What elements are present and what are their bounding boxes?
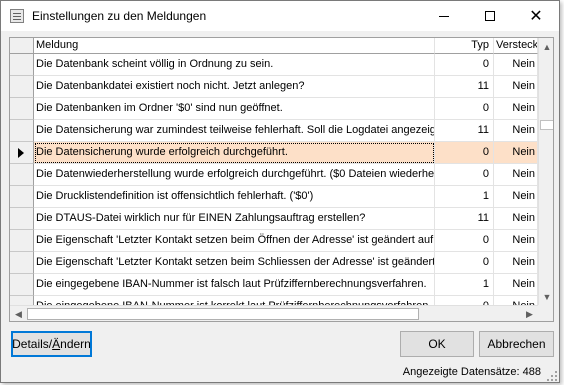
cell-versteckt[interactable]: Nein [494, 142, 538, 164]
cell-typ[interactable]: 11 [435, 120, 494, 142]
ok-button[interactable]: OK [400, 331, 474, 357]
cell-meldung[interactable]: Die eingegebene IBAN-Nummer ist falsch l… [34, 274, 435, 296]
cell-typ[interactable]: 0 [435, 230, 494, 252]
cell-meldung[interactable]: Die Datenbanken im Ordner '$0' sind nun … [34, 98, 435, 120]
row-indicator[interactable] [10, 230, 34, 252]
current-row-arrow-icon [18, 148, 24, 158]
cell-meldung[interactable]: Die Datensicherung wurde erfolgreich dur… [34, 142, 435, 164]
cell-versteckt[interactable]: Nein [494, 208, 538, 230]
table-row[interactable]: Die Datensicherung wurde erfolgreich dur… [10, 142, 538, 164]
column-header-typ[interactable]: Typ [435, 38, 494, 54]
row-indicator-header [10, 38, 34, 54]
scrollbar-corner [538, 305, 553, 321]
cell-versteckt[interactable]: Nein [494, 252, 538, 274]
row-indicator[interactable] [10, 142, 34, 164]
close-icon: ✕ [529, 6, 543, 25]
cell-meldung[interactable]: Die Datenbank scheint völlig in Ordnung … [34, 54, 435, 76]
minimize-icon [439, 15, 449, 17]
cell-typ[interactable]: 0 [435, 98, 494, 120]
table-row[interactable]: Die Datenwiederherstellung wurde erfolgr… [10, 164, 538, 186]
cell-meldung[interactable]: Die Datenbankdatei existiert noch nicht.… [34, 76, 435, 98]
details-label-suffix: ndern [60, 337, 91, 351]
cell-typ[interactable]: 11 [435, 208, 494, 230]
row-indicator[interactable] [10, 76, 34, 98]
window-title: Einstellungen zu den Meldungen [32, 9, 207, 23]
cell-meldung[interactable]: Die DTAUS-Datei wirklich nur für EINEN Z… [34, 208, 435, 230]
table-row[interactable]: Die eingegebene IBAN-Nummer ist falsch l… [10, 274, 538, 296]
table-row[interactable]: Die Datenbank scheint völlig in Ordnung … [10, 54, 538, 76]
details-edit-button[interactable]: Details/Ändern [11, 331, 92, 357]
table-row[interactable]: Die Eigenschaft 'Letzter Kontakt setzen … [10, 252, 538, 274]
cell-versteckt[interactable]: Nein [494, 186, 538, 208]
details-label-prefix: Details/ [12, 337, 53, 351]
table-row[interactable]: Die Datenbankdatei existiert noch nicht.… [10, 76, 538, 98]
vertical-scrollbar[interactable]: ▲ ▼ [538, 38, 553, 305]
cell-meldung[interactable]: Die Eigenschaft 'Letzter Kontakt setzen … [34, 252, 435, 274]
table-row[interactable]: Die Datenbanken im Ordner '$0' sind nun … [10, 98, 538, 120]
settings-dialog: Einstellungen zu den Meldungen ✕ Meldung… [0, 0, 560, 383]
cell-typ[interactable]: 0 [435, 252, 494, 274]
cell-typ[interactable]: 0 [435, 54, 494, 76]
cell-meldung[interactable]: Die Drucklistendefinition ist offensicht… [34, 186, 435, 208]
table-row[interactable]: Die Drucklistendefinition ist offensicht… [10, 186, 538, 208]
close-button[interactable]: ✕ [513, 1, 559, 31]
column-header-versteckt[interactable]: Versteck [494, 38, 538, 54]
table-row[interactable]: Die Datensicherung war zumindest teilwei… [10, 120, 538, 142]
row-indicator[interactable] [10, 120, 34, 142]
row-indicator[interactable] [10, 164, 34, 186]
row-indicator[interactable] [10, 54, 34, 76]
cell-versteckt[interactable]: Nein [494, 120, 538, 142]
row-indicator[interactable] [10, 208, 34, 230]
column-header-meldung[interactable]: Meldung [34, 38, 435, 54]
horizontal-scroll-thumb[interactable] [27, 308, 419, 320]
row-indicator[interactable] [10, 98, 34, 120]
cell-versteckt[interactable]: Nein [494, 230, 538, 252]
app-list-icon [10, 9, 24, 23]
cell-versteckt[interactable]: Nein [494, 54, 538, 76]
grid-header: Meldung Typ Versteck [10, 38, 538, 54]
table-row[interactable]: Die Eigenschaft 'Letzter Kontakt setzen … [10, 230, 538, 252]
minimize-button[interactable] [421, 1, 467, 31]
table-row[interactable]: Die DTAUS-Datei wirklich nur für EINEN Z… [10, 208, 538, 230]
scroll-left-icon[interactable]: ◀ [10, 306, 27, 321]
maximize-button[interactable] [467, 1, 513, 31]
cell-typ[interactable]: 0 [435, 142, 494, 164]
details-label-accesskey: Ä [52, 337, 61, 351]
cell-meldung[interactable]: Die Datensicherung war zumindest teilwei… [34, 120, 435, 142]
cell-typ[interactable]: 11 [435, 76, 494, 98]
cell-typ[interactable]: 0 [435, 164, 494, 186]
maximize-icon [485, 11, 495, 21]
vertical-scroll-thumb[interactable] [540, 120, 553, 130]
record-count-status: Angezeigte Datensätze: 488 [402, 366, 541, 378]
row-indicator[interactable] [10, 274, 34, 296]
cell-versteckt[interactable]: Nein [494, 98, 538, 120]
scroll-right-icon[interactable]: ▶ [521, 306, 538, 321]
cell-typ[interactable]: 1 [435, 274, 494, 296]
scroll-down-icon[interactable]: ▼ [539, 288, 553, 305]
cell-versteckt[interactable]: Nein [494, 76, 538, 98]
row-indicator[interactable] [10, 186, 34, 208]
cell-versteckt[interactable]: Nein [494, 164, 538, 186]
cell-meldung[interactable]: Die Datenwiederherstellung wurde erfolgr… [34, 164, 435, 186]
scroll-up-icon[interactable]: ▲ [539, 38, 553, 55]
horizontal-scrollbar[interactable]: ◀ ▶ [10, 305, 538, 321]
cell-versteckt[interactable]: Nein [494, 274, 538, 296]
resize-grip-icon[interactable] [547, 371, 557, 381]
messages-grid[interactable]: Meldung Typ Versteck Die Datenbank schei… [9, 37, 554, 322]
cell-meldung[interactable]: Die Eigenschaft 'Letzter Kontakt setzen … [34, 230, 435, 252]
cancel-button[interactable]: Abbrechen [479, 331, 554, 357]
title-bar: Einstellungen zu den Meldungen ✕ [1, 1, 559, 31]
cell-typ[interactable]: 1 [435, 186, 494, 208]
row-indicator[interactable] [10, 252, 34, 274]
